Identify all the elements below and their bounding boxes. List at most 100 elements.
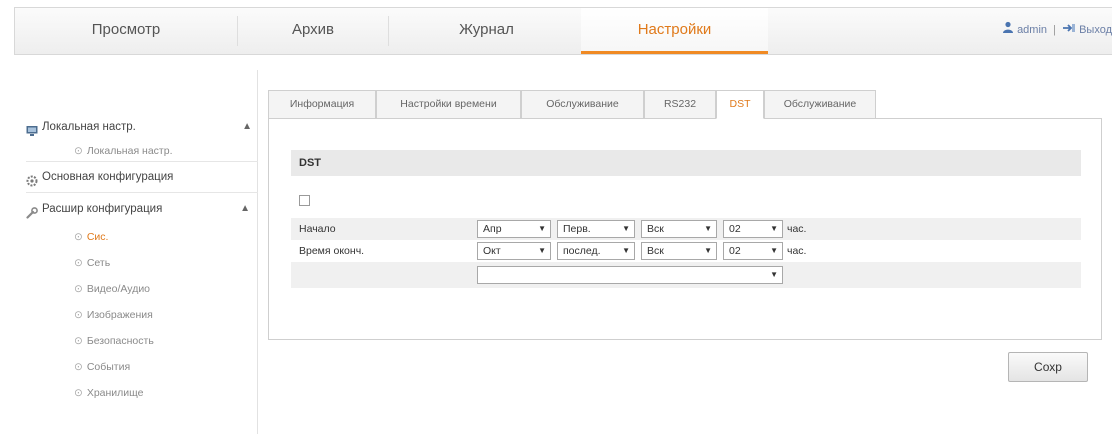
tab-label: Настройки времени [400,98,497,110]
wrench-icon [26,203,38,219]
user-separator: | [1053,24,1056,36]
sidebar-item-video-audio[interactable]: ⊙ Видео/Аудио [74,280,150,298]
end-label: Время оконч. [299,245,365,257]
bullet-icon: ⊙ [74,335,83,347]
sidebar-item-image[interactable]: ⊙ Изображения [74,306,153,324]
sidebar-item-network[interactable]: ⊙ Сеть [74,254,110,272]
logout-icon[interactable] [1062,8,1076,52]
select-value: 02 [729,245,741,257]
tab-label: Обслуживание [783,98,857,110]
select-value: Апр [483,223,502,235]
dropdown-arrow-icon: ▼ [770,224,778,233]
top-navigation: Просмотр Архив Журнал Настройки admin | … [14,7,1112,55]
sidebar-advanced-config[interactable]: Расшир конфигурация ▲ [26,196,258,222]
select-value: Вск [647,223,664,235]
user-icon [1002,8,1014,52]
sidebar-item-label: Сис. [86,231,109,243]
dropdown-arrow-icon: ▼ [538,224,546,233]
tab-maintenance[interactable]: Обслуживание [521,90,644,119]
sidebar-basic-label: Основная конфигурация [42,171,174,183]
tab-service[interactable]: Обслуживание [764,90,876,119]
sidebar-local-label: Локальная настр. [42,121,136,133]
topnav-settings[interactable]: Настройки [581,8,768,54]
select-value: 02 [729,223,741,235]
bullet-icon: ⊙ [74,145,83,157]
select-value: Перв. [563,223,591,235]
section-header: DST [291,150,1081,176]
sidebar-item-events[interactable]: ⊙ События [74,358,130,376]
select-value: Вск [647,245,664,257]
dropdown-arrow-icon: ▼ [770,246,778,255]
topnav-log-label: Журнал [459,21,514,38]
tab-label: DST [729,98,751,110]
select-value: Окт [483,245,501,257]
start-day-select[interactable]: Вск ▼ [641,220,717,238]
dst-bias-select[interactable]: ▼ [477,266,783,284]
sidebar-item-label: Изображения [86,309,153,321]
collapse-icon[interactable]: ▲ [242,114,252,140]
sidebar-item-label: Видео/Аудио [86,283,151,295]
collapse-icon[interactable]: ▲ [240,196,250,222]
section-title: DST [299,157,321,169]
sidebar-item-label: События [86,361,131,373]
topnav-preview[interactable]: Просмотр [15,8,237,54]
dst-bias-row: ▼ [291,262,1081,288]
sidebar-item-security[interactable]: ⊙ Безопасность [74,332,154,350]
save-button[interactable]: Сохр [1008,352,1088,382]
logout-link[interactable]: Выход [1079,24,1112,36]
monitor-icon [26,121,38,136]
topnav-archive-label: Архив [291,21,335,38]
sidebar-divider [26,192,258,193]
dropdown-arrow-icon: ▼ [704,246,712,255]
dropdown-arrow-icon: ▼ [704,224,712,233]
dropdown-arrow-icon: ▼ [538,246,546,255]
start-hour-unit: час. [787,223,807,235]
topnav-preview-label: Просмотр [91,21,161,38]
sidebar-basic-config[interactable]: Основная конфигурация [26,164,258,190]
end-hour-select[interactable]: 02 ▼ [723,242,783,260]
sidebar-divider [26,161,258,162]
start-week-select[interactable]: Перв. ▼ [557,220,635,238]
tab-label: Информация [289,98,355,110]
dropdown-arrow-icon: ▼ [770,270,778,279]
end-week-select[interactable]: послед. ▼ [557,242,635,260]
topnav-settings-label: Настройки [637,21,712,38]
topnav-archive[interactable]: Архив [238,8,388,54]
sidebar-advanced-label: Расшир конфигурация [42,203,163,215]
tab-time-settings[interactable]: Настройки времени [376,90,521,119]
sidebar-item-label: Хранилище [86,387,144,399]
start-month-select[interactable]: Апр ▼ [477,220,551,238]
tab-info[interactable]: Информация [268,90,376,119]
user-box: admin | Выход [1002,8,1112,54]
tab-dst[interactable]: DST [716,90,764,119]
bullet-icon: ⊙ [74,283,83,295]
dst-enable-checkbox[interactable] [299,195,310,206]
bullet-icon: ⊙ [74,257,83,269]
tab-label: Обслуживание [546,98,619,110]
dropdown-arrow-icon: ▼ [622,246,630,255]
end-month-select[interactable]: Окт ▼ [477,242,551,260]
bullet-icon: ⊙ [74,309,83,321]
sidebar-item-label: Безопасность [86,335,154,347]
bullet-icon: ⊙ [74,361,83,373]
tab-rs232[interactable]: RS232 [644,90,716,119]
end-day-select[interactable]: Вск ▼ [641,242,717,260]
start-hour-select[interactable]: 02 ▼ [723,220,783,238]
sidebar-item-label: Сеть [86,257,111,269]
topnav-log[interactable]: Журнал [389,8,584,54]
sidebar-item-storage[interactable]: ⊙ Хранилище [74,384,144,402]
start-label: Начало [299,223,336,235]
sidebar-item-system[interactable]: ⊙ Сис. [74,228,108,246]
dst-start-row: Начало Апр ▼ Перв. ▼ Вск ▼ 02 ▼ час. [291,218,1081,240]
sidebar-item-local[interactable]: ⊙ Локальная настр. [74,142,173,160]
sidebar-local-settings[interactable]: Локальная настр. ▲ [26,114,258,140]
gear-icon [26,171,38,187]
username: admin [1017,24,1048,36]
bullet-icon: ⊙ [74,387,83,399]
sidebar: Локальная настр. ▲ ⊙ Локальная настр. Осн… [26,70,258,434]
end-hour-unit: час. [787,245,807,257]
tab-label: RS232 [663,98,697,110]
bullet-icon: ⊙ [74,231,83,243]
sidebar-item-label: Локальная настр. [86,145,173,157]
dst-panel: DST Начало Апр ▼ Перв. ▼ Вск ▼ 02 ▼ час. Вре… [268,118,1102,340]
